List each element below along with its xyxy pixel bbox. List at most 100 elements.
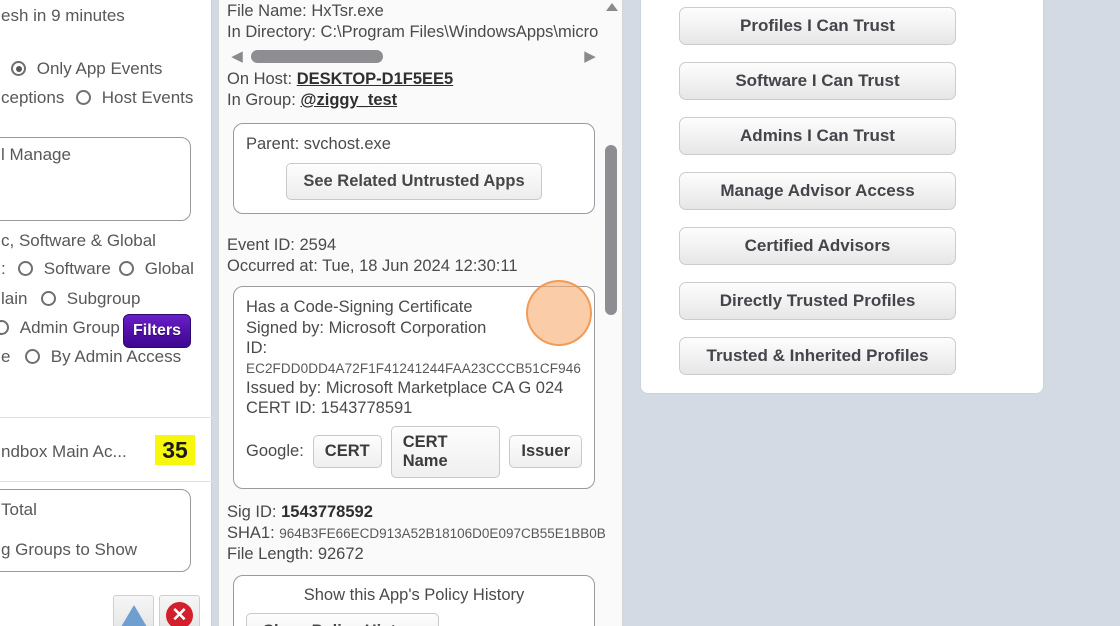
host-events-radio-row[interactable]: Host Events — [76, 88, 193, 108]
google-issuer-button[interactable]: Issuer — [509, 435, 582, 468]
by-admin-access-radio-row[interactable]: By Admin Access — [25, 347, 181, 367]
event-id-label: Event ID: — [227, 236, 295, 254]
host-events-label: Host Events — [101, 88, 194, 107]
admin-group-radio-row[interactable]: Admin Group — [0, 318, 120, 338]
software-label: Software — [43, 259, 111, 278]
subgroup-radio-row[interactable]: Subgroup — [41, 289, 140, 309]
close-button[interactable]: ✕ — [159, 595, 200, 626]
software-radio-icon[interactable] — [18, 261, 33, 276]
host-label: On Host: — [227, 70, 293, 88]
global-radio-row[interactable]: Global — [119, 259, 194, 279]
scroll-right-arrow-icon[interactable]: ▶ — [580, 47, 600, 65]
sha1-row: SHA1: 964B3FE66ECD913A52B18106D0E097CB55… — [227, 523, 606, 544]
subgroup-radio-icon[interactable] — [41, 291, 56, 306]
by-admin-access-label: By Admin Access — [50, 347, 182, 366]
admin-access-prefix-label: e — [1, 347, 11, 366]
issued-by-row: Issued by: Microsoft Marketplace CA G 02… — [246, 378, 582, 399]
cert-id-field-label: ID: — [246, 339, 268, 357]
show-policy-history-button[interactable]: Show Policy History — [246, 612, 439, 626]
sha1-label: SHA1: — [227, 523, 275, 542]
file-name-row: File Name: HxTsr.exe — [227, 1, 600, 22]
vertical-scroll-thumb[interactable] — [605, 145, 617, 315]
horizontal-scroll-track[interactable] — [247, 49, 580, 63]
profiles-i-can-trust-button[interactable]: Profiles I Can Trust — [679, 7, 956, 45]
policy-history-title: Show this App's Policy History — [303, 585, 525, 604]
event-id-row: Event ID: 2594 — [227, 235, 600, 256]
scroll-left-arrow-icon[interactable]: ◀ — [227, 47, 247, 65]
triangle-up-icon — [120, 604, 147, 626]
file-length-row: File Length: 92672 — [227, 544, 600, 565]
left-panel-divider-2 — [0, 481, 213, 482]
host-events-radio-icon[interactable] — [76, 90, 91, 105]
sig-id-label: Sig ID: — [227, 502, 277, 521]
scope-prefix-label: : — [1, 259, 6, 278]
cert-id-hex-value: EC2FDD0DD4A72F1F41241244FAA23CCCB51CF946 — [246, 360, 581, 376]
google-label: Google: — [246, 442, 304, 460]
google-cert-name-button[interactable]: CERT Name — [390, 425, 501, 478]
issued-by-label: Issued by: — [246, 378, 322, 397]
occurred-row: Occurred at: Tue, 18 Jun 2024 12:30:11 — [227, 256, 600, 277]
app-detail-panel: File Name: HxTsr.exe In Directory: C:\Pr… — [218, 0, 623, 626]
google-search-row: Google: CERT CERT Name Issuer — [246, 425, 582, 478]
signed-by-value: Microsoft Corporation — [328, 318, 487, 337]
admin-group-radio-icon[interactable] — [0, 320, 9, 335]
refresh-countdown-label: esh in 9 minutes — [1, 6, 125, 25]
group-value[interactable]: @ziggy_test — [300, 91, 397, 109]
code-signing-certificate-card: Has a Code-Signing Certificate Signed by… — [233, 286, 595, 489]
see-related-untrusted-apps-button[interactable]: See Related Untrusted Apps — [286, 163, 542, 200]
occurred-label: Occurred at: — [227, 257, 318, 275]
file-name-value: HxTsr.exe — [311, 2, 384, 20]
file-length-value: 92672 — [317, 544, 364, 563]
admins-i-can-trust-button[interactable]: Admins I Can Trust — [679, 117, 956, 155]
total-label: Total — [1, 500, 37, 519]
directory-value: C:\Program Files\WindowsApps\micro — [320, 23, 599, 41]
scope-heading: c, Software & Global — [1, 231, 156, 250]
cert-id-value: 1543778591 — [320, 399, 413, 417]
has-certificate-label: Has a Code-Signing Certificate — [246, 298, 473, 316]
left-filter-panel: esh in 9 minutes Only App Events ception… — [0, 0, 213, 626]
scroll-to-top-button[interactable] — [113, 595, 154, 626]
exceptions-label-partial: ceptions — [1, 88, 65, 107]
horizontal-scroll-thumb[interactable] — [251, 49, 383, 63]
scroll-up-arrow-icon[interactable] — [606, 3, 618, 11]
signed-by-label: Signed by: — [246, 318, 324, 337]
directory-row: In Directory: C:\Program Files\WindowsAp… — [227, 22, 600, 43]
trust-actions-panel: Profiles I Can Trust Software I Can Trus… — [640, 0, 1044, 394]
group-label: In Group: — [227, 91, 296, 109]
close-circle-icon: ✕ — [166, 602, 193, 626]
host-value[interactable]: DESKTOP-D1F5EE5 — [297, 70, 454, 88]
only-app-events-label: Only App Events — [36, 59, 163, 78]
global-radio-icon[interactable] — [119, 261, 134, 276]
parent-label: Parent: — [246, 135, 300, 153]
google-cert-button[interactable]: CERT — [312, 435, 382, 468]
manage-advisor-access-button[interactable]: Manage Advisor Access — [679, 172, 956, 210]
software-radio-row[interactable]: Software — [18, 259, 111, 279]
policy-history-card: Show this App's Policy History Show Poli… — [233, 574, 595, 626]
admin-group-label: Admin Group — [19, 318, 120, 337]
manage-group-label: l Manage — [1, 145, 71, 164]
main-group-label-partial: lain — [1, 289, 28, 308]
parent-value: svchost.exe — [303, 135, 391, 153]
left-panel-divider-1 — [0, 417, 213, 418]
app-detail-vertical-scrollbar[interactable] — [604, 0, 619, 626]
cert-id-label: CERT ID: — [246, 399, 316, 417]
only-app-events-radio-icon[interactable] — [11, 61, 26, 76]
directory-label: In Directory: — [227, 23, 316, 41]
filters-button[interactable]: Filters — [123, 314, 191, 348]
occurred-value: Tue, 18 Jun 2024 12:30:11 — [322, 257, 518, 275]
cert-id-row: CERT ID: 1543778591 — [246, 398, 582, 419]
groups-to-show-label: g Groups to Show — [1, 540, 138, 559]
certified-advisors-button[interactable]: Certified Advisors — [679, 227, 956, 265]
account-row-label[interactable]: ndbox Main Ac... — [1, 442, 127, 462]
account-count-badge: 35 — [155, 435, 195, 465]
sha1-value: 964B3FE66ECD913A52B18106D0E097CB55E1BB0B — [279, 525, 606, 541]
software-i-can-trust-button[interactable]: Software I Can Trust — [679, 62, 956, 100]
issued-by-value: Microsoft Marketplace CA G 024 — [325, 378, 564, 397]
by-admin-access-radio-icon[interactable] — [25, 349, 40, 364]
directly-trusted-profiles-button[interactable]: Directly Trusted Profiles — [679, 282, 956, 320]
only-app-events-radio-row[interactable]: Only App Events — [11, 59, 162, 79]
parent-row: Parent: svchost.exe — [246, 134, 582, 155]
trusted-and-inherited-profiles-button[interactable]: Trusted & Inherited Profiles — [679, 337, 956, 375]
directory-horizontal-scrollbar[interactable]: ◀ ▶ — [227, 45, 600, 67]
host-row: On Host: DESKTOP-D1F5EE5 — [227, 69, 600, 90]
